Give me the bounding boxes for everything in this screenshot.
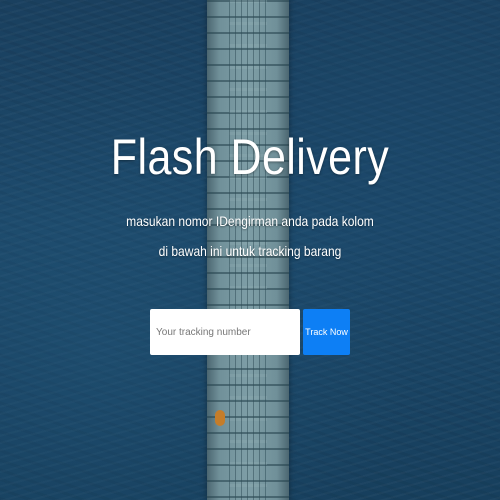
hero-title: Flash Delivery (110, 129, 390, 185)
hero-subtitle-line-2: di bawah ini untuk tracking barang (158, 243, 342, 259)
tracking-form: Track Now (150, 309, 350, 355)
hero-section: Flash Delivery masukan nomor IDengirman … (0, 0, 500, 500)
track-now-button[interactable]: Track Now (303, 309, 350, 355)
hero-subtitle-line-1: masukan nomor IDengirman anda pada kolom (126, 213, 374, 229)
tracking-number-input[interactable] (150, 309, 300, 355)
hero-subtitle: masukan nomor IDengirman anda pada kolom… (35, 206, 465, 266)
